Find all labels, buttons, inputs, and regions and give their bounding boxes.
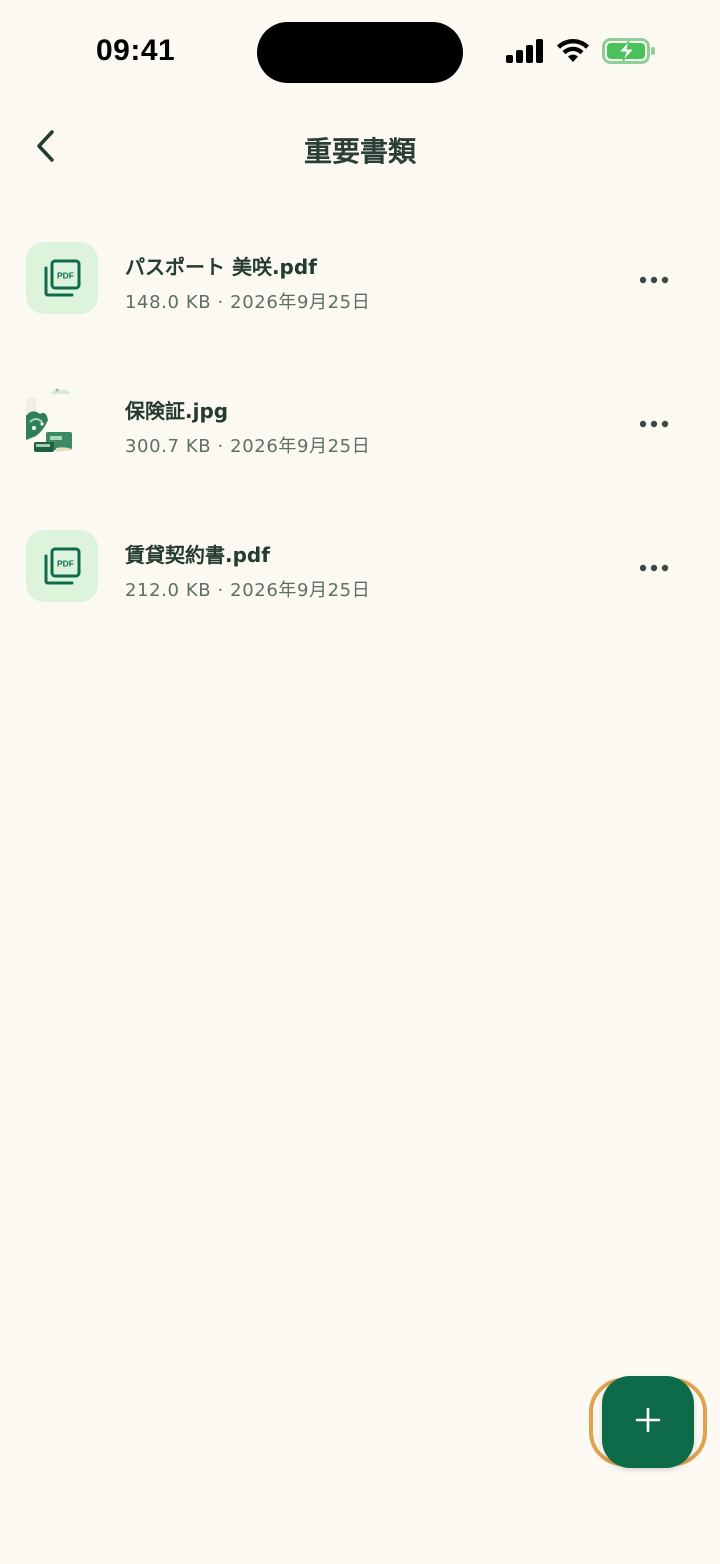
list-item[interactable]: PDF パスポート 美咲.pdf 148.0 KB · 2026年9月25日 — [0, 206, 720, 350]
cellular-signal-icon — [506, 39, 544, 67]
svg-text:PDF: PDF — [57, 559, 74, 569]
file-meta: 212.0 KB · 2026年9月25日 — [125, 580, 371, 601]
more-horizontal-icon — [639, 269, 669, 288]
more-options-button[interactable] — [628, 546, 680, 586]
svg-text:PDF: PDF — [57, 271, 74, 281]
dynamic-island — [257, 22, 463, 83]
list-item[interactable]: PDF 賃貸契約書.pdf 212.0 KB · 2026年9月25日 — [0, 494, 720, 638]
image-thumbnail — [26, 386, 98, 458]
pdf-file-icon: PDF — [26, 530, 98, 602]
status-bar: 09:41 — [0, 0, 720, 100]
status-icons — [506, 38, 656, 68]
header: 重要書類 — [0, 110, 720, 186]
battery-charging-icon — [602, 38, 656, 68]
more-options-button[interactable] — [628, 402, 680, 442]
file-name: 賃貸契約書.pdf — [125, 543, 270, 567]
file-name: パスポート 美咲.pdf — [125, 255, 317, 279]
more-horizontal-icon — [639, 557, 669, 576]
file-list: PDF パスポート 美咲.pdf 148.0 KB · 2026年9月25日 保… — [0, 206, 720, 638]
file-meta: 148.0 KB · 2026年9月25日 — [125, 292, 371, 313]
wifi-icon — [556, 38, 590, 68]
file-meta: 300.7 KB · 2026年9月25日 — [125, 436, 371, 457]
fab-focus-ring — [589, 1376, 707, 1468]
status-time: 09:41 — [96, 34, 176, 67]
pdf-file-icon: PDF — [26, 242, 98, 314]
file-name: 保険証.jpg — [125, 399, 229, 423]
more-horizontal-icon — [639, 413, 669, 432]
more-options-button[interactable] — [628, 258, 680, 298]
list-item[interactable]: 保険証.jpg 300.7 KB · 2026年9月25日 — [0, 350, 720, 494]
page-title: 重要書類 — [303, 135, 416, 168]
add-file-button[interactable] — [602, 1376, 694, 1468]
plus-icon — [634, 1406, 662, 1438]
